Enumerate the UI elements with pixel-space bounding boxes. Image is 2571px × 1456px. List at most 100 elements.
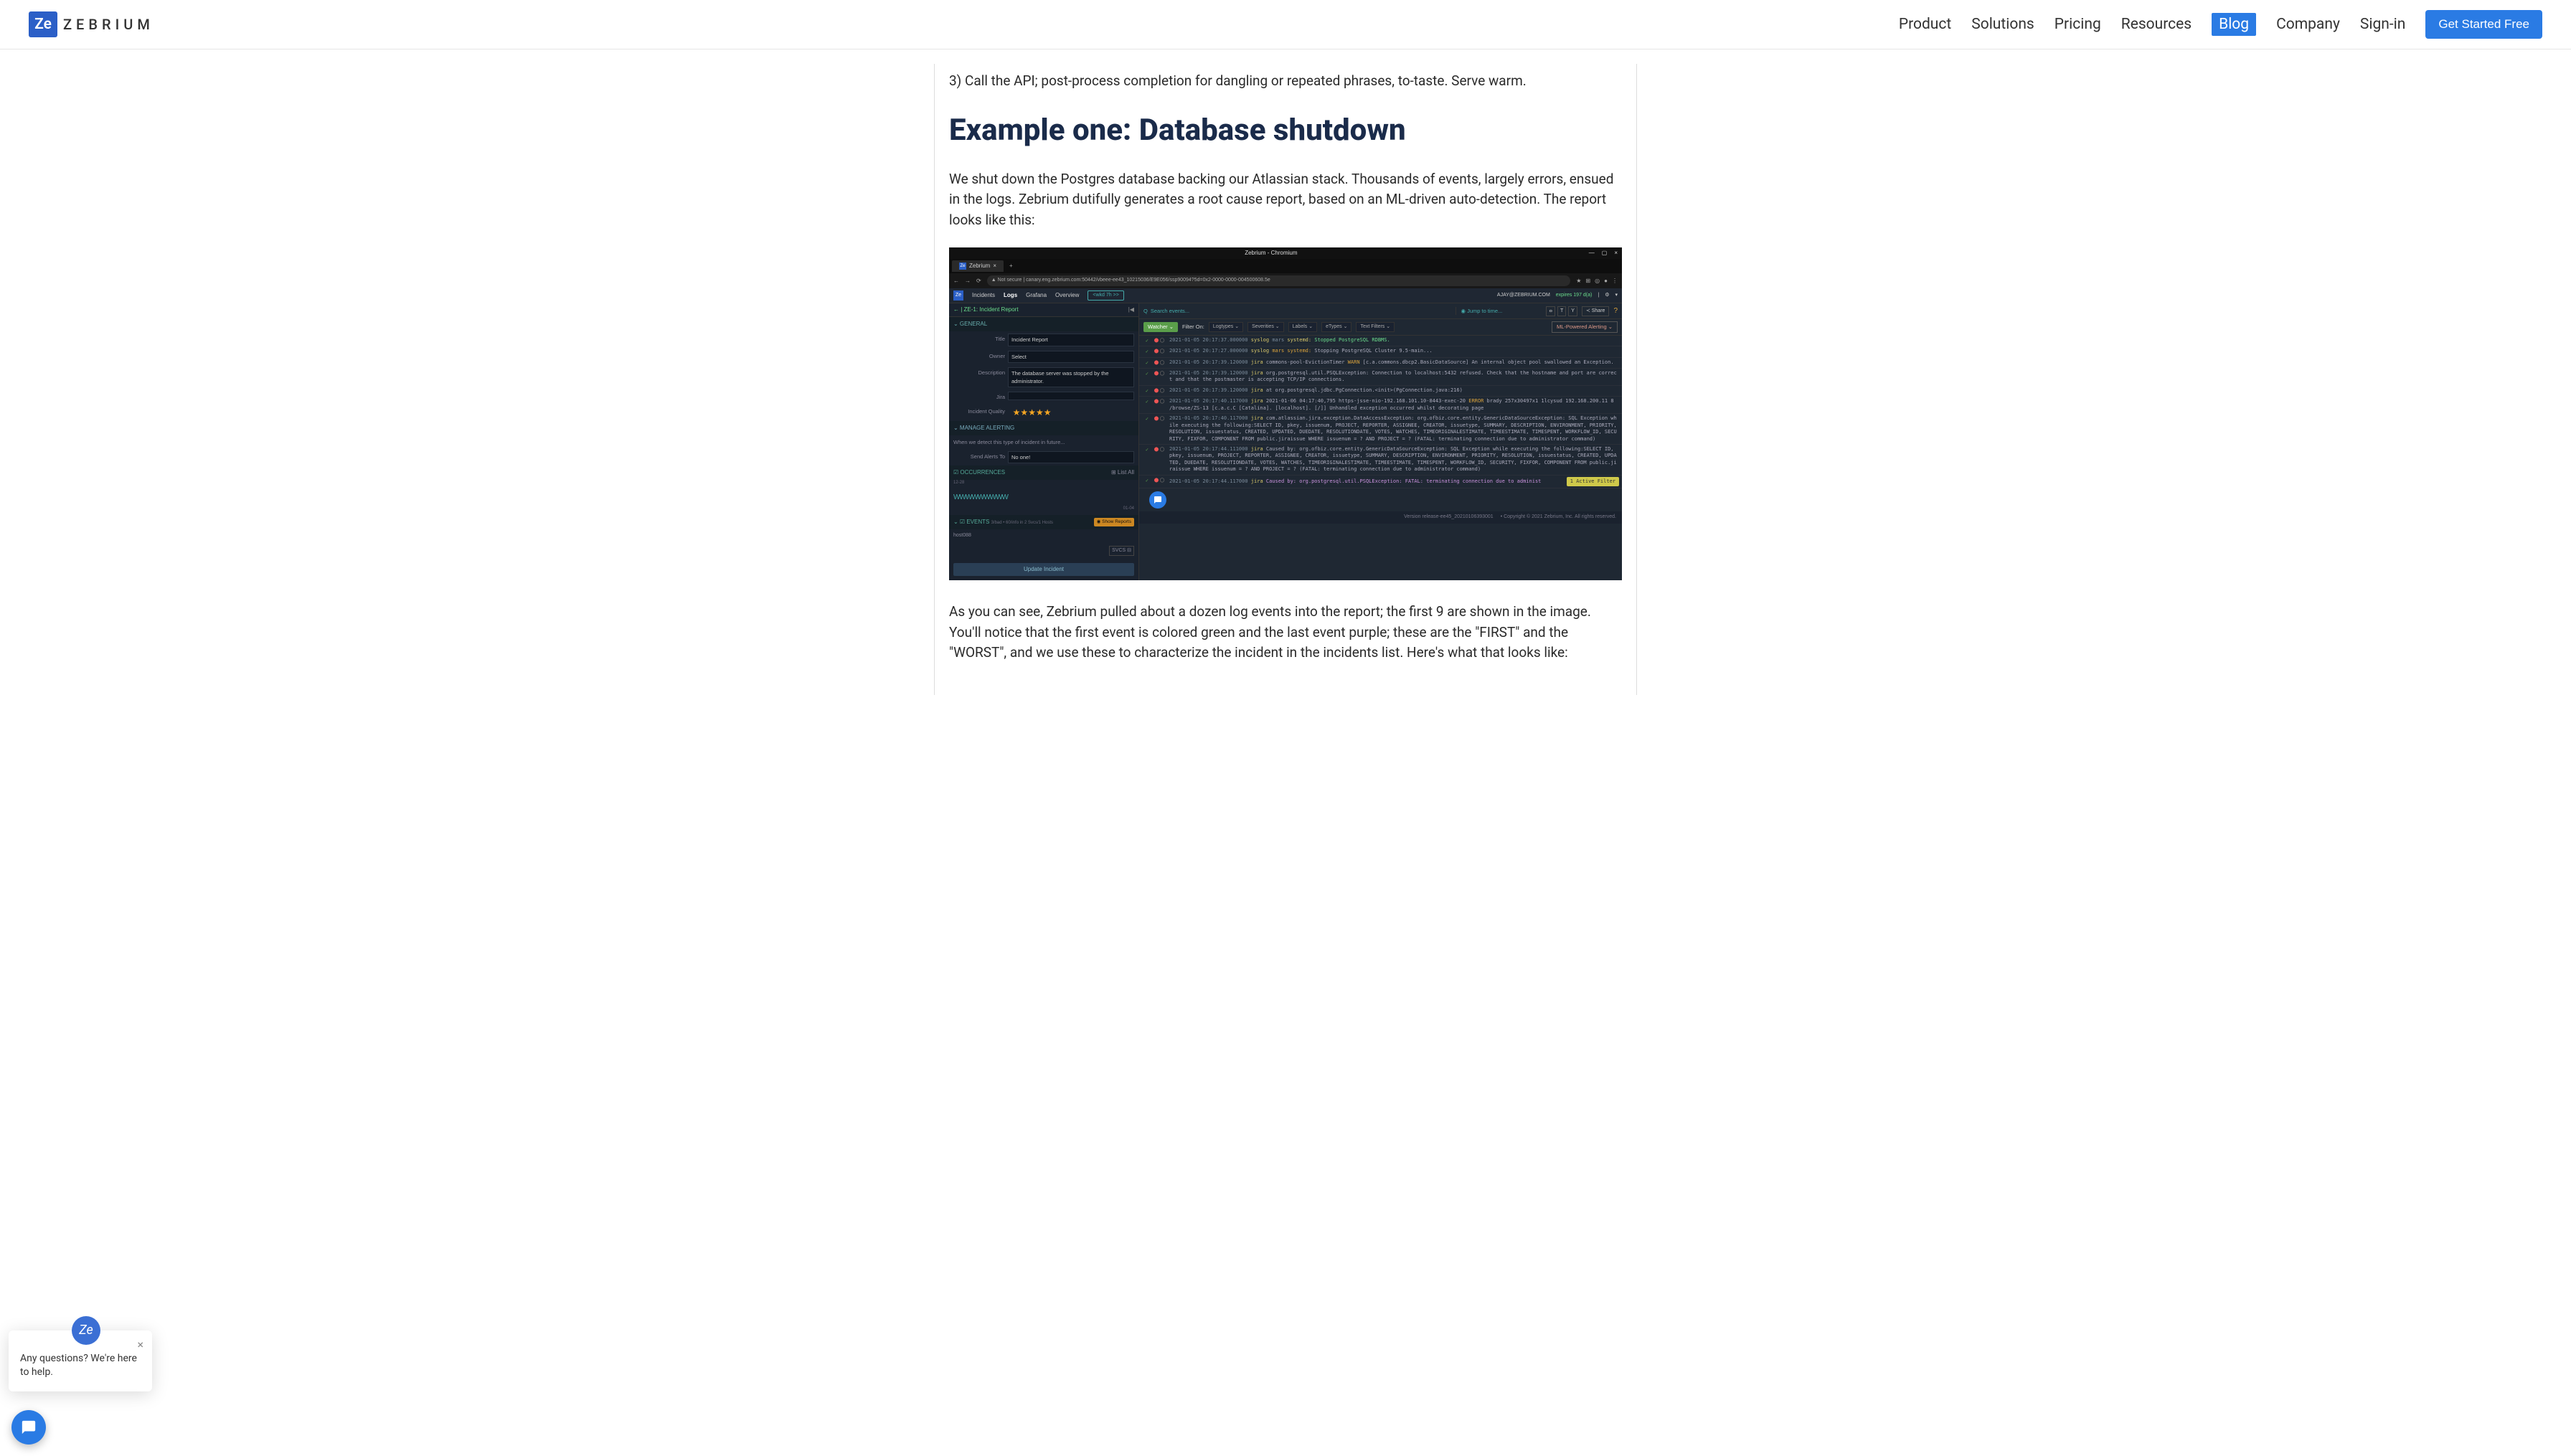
tool-y-icon: Y xyxy=(1568,306,1577,317)
check-icon: ✓ xyxy=(1142,398,1152,412)
avatar-icon: ● xyxy=(1604,277,1608,285)
nav-blog[interactable]: Blog xyxy=(2212,13,2256,36)
log-line: ✓ ●◯ 2021-01-05 20:17:39.120000 jira at … xyxy=(1139,386,1622,397)
filter-labels: Labels ⌄ xyxy=(1288,322,1317,333)
browser-tab: Ze Zebrium × xyxy=(952,260,1004,272)
check-icon: ✓ xyxy=(1142,415,1152,443)
nav-solutions[interactable]: Solutions xyxy=(1971,16,2034,33)
ml-alerting-chip: ML-Powered Alerting ⌄ xyxy=(1552,321,1618,332)
chrome-titlebar: Zebrium - Chromium — ▢ × xyxy=(949,247,1622,259)
app-tab-incidents: Incidents xyxy=(972,291,995,300)
owner-field: Select xyxy=(1008,351,1134,363)
window-min-icon: — xyxy=(1589,249,1595,257)
check-icon: ✓ xyxy=(1142,337,1152,345)
list-all: ⊞ List All xyxy=(1111,468,1134,477)
embedded-app-screenshot: Zebrium - Chromium — ▢ × Ze Zebrium × + … xyxy=(949,247,1622,580)
chat-message-text: Any questions? We're here to help. xyxy=(20,1352,141,1380)
app-tab-logs: Logs xyxy=(1004,291,1017,300)
spark-start: 12-28 xyxy=(953,480,964,486)
marker-icon: ◯ xyxy=(1160,398,1164,405)
collapse-icon: |◀ xyxy=(1128,306,1134,314)
marker-icon: ◯ xyxy=(1160,337,1164,344)
marker-icon: ◯ xyxy=(1160,359,1164,367)
nav-resources[interactable]: Resources xyxy=(2121,16,2192,33)
host-label: host088 xyxy=(949,529,1138,543)
description-field: The database server was stopped by the a… xyxy=(1008,367,1134,388)
help-icon: ? xyxy=(1613,306,1618,316)
title-field: Incident Report xyxy=(1008,334,1134,346)
check-icon: ✓ xyxy=(1142,370,1152,384)
check-icon: ✓ xyxy=(1142,477,1152,486)
user-email: AJAY@ZEBRIUM.COM xyxy=(1497,292,1550,300)
tab-close-icon: × xyxy=(993,262,996,270)
incident-id-header: ← | ZE-1: Incident Report xyxy=(953,306,1019,314)
app-body: ← | ZE-1: Incident Report |◀ ⌄ GENERAL T… xyxy=(949,303,1622,580)
browser-tabstrip: Ze Zebrium × + xyxy=(949,259,1622,273)
reload-icon: ⟳ xyxy=(976,277,981,285)
tab-label: Zebrium xyxy=(969,262,990,270)
paragraph-intro: We shut down the Postgres database backi… xyxy=(949,169,1622,231)
jira-field xyxy=(1008,392,1134,400)
rating-stars: ★★★★★ xyxy=(1008,406,1051,419)
embedded-chat-icon xyxy=(1149,491,1166,509)
nav-company[interactable]: Company xyxy=(2276,16,2340,33)
check-icon: ✓ xyxy=(1142,387,1152,395)
search-input: Search events... xyxy=(1151,307,1189,315)
marker-icon: ◯ xyxy=(1160,446,1164,453)
sendto-field: No one! xyxy=(1008,451,1134,463)
browser-url-row: ← → ⟳ ▲ Not secure | canary.eng.zebrium.… xyxy=(949,273,1622,288)
copyright-text: • Copyright © 2021 Zebrium, Inc. All rig… xyxy=(1501,514,1616,521)
marker-icon: ◯ xyxy=(1160,477,1164,484)
spark-end: 01-04 xyxy=(1123,506,1134,512)
marker-icon: ◯ xyxy=(1160,348,1164,355)
section-occurrences: ☑ OCCURRENCES ⊞ List All xyxy=(949,465,1138,480)
watcher-chip: Watcher ⌄ xyxy=(1143,322,1178,331)
ext-icon-2: ◎ xyxy=(1595,277,1600,285)
severity-dot-icon: ● xyxy=(1154,348,1159,355)
search-icon: Q xyxy=(1143,307,1148,315)
divider: | xyxy=(1598,292,1599,300)
nav-signin[interactable]: Sign-in xyxy=(2360,16,2405,33)
not-secure-label: ▲ Not secure xyxy=(991,278,1022,283)
sparkline: WWWWWWWWW xyxy=(949,489,1138,506)
severity-dot-icon: ● xyxy=(1154,477,1159,484)
share-button: ≺ Share xyxy=(1582,306,1610,317)
show-reports-button: ◉ Show Reports xyxy=(1094,518,1134,526)
content-wrapper: 3) Call the API; post-process completion… xyxy=(905,49,1666,738)
logo[interactable]: Ze ZEBRIUM xyxy=(29,11,154,37)
tool-t-icon: T xyxy=(1557,306,1566,317)
jira-label: Jira xyxy=(953,392,1005,401)
license-expiry: expires 197 d(a) xyxy=(1556,292,1593,300)
section-general: ⌄ GENERAL xyxy=(949,317,1138,331)
log-line: ✓ ●◯ 2021-01-05 20:17:40.117000 jira com… xyxy=(1139,414,1622,445)
nav-product[interactable]: Product xyxy=(1899,16,1951,33)
update-incident-button: Update Incident xyxy=(953,563,1134,576)
check-icon: ✓ xyxy=(1142,348,1152,356)
window-close-icon: × xyxy=(1614,249,1618,257)
version-text: Version release-ee45_20210106393001 xyxy=(1404,514,1494,521)
timerange-selector: <wkd 7h >> xyxy=(1088,290,1123,301)
star-icon: ★ xyxy=(1576,277,1581,285)
window-max-icon: ▢ xyxy=(1602,249,1608,257)
owner-label: Owner xyxy=(953,351,1005,360)
description-label: Description xyxy=(953,367,1005,377)
app-tab-overview: Overview xyxy=(1055,291,1079,300)
chat-launcher-button[interactable] xyxy=(11,1410,46,1445)
quality-label: Incident Quality xyxy=(953,406,1005,415)
chevron-down-icon: ▾ xyxy=(1615,292,1618,300)
title-label: Title xyxy=(953,334,1005,343)
filter-etypes: eTypes ⌄ xyxy=(1321,322,1351,333)
chat-close-icon[interactable]: × xyxy=(137,1338,143,1351)
app-tab-grafana: Grafana xyxy=(1026,291,1047,300)
main-nav: Product Solutions Pricing Resources Blog… xyxy=(1899,10,2542,39)
future-text: When we detect this type of incident in … xyxy=(949,435,1138,449)
get-started-button[interactable]: Get Started Free xyxy=(2425,10,2542,39)
check-icon: ✓ xyxy=(1142,359,1152,367)
chat-widget-popup: Ze × Any questions? We're here to help. xyxy=(9,1330,152,1391)
filter-logtypes: Logtypes ⌄ xyxy=(1209,322,1243,333)
log-lines-container: ✓ ●◯ 2021-01-05 20:17:37.000000 syslog m… xyxy=(1139,336,1622,489)
severity-dot-icon: ● xyxy=(1154,337,1159,344)
nav-pricing[interactable]: Pricing xyxy=(2055,16,2101,33)
svcs-label: SVCS ⊟ xyxy=(1109,546,1134,557)
app-toolbar: Ze Incidents Logs Grafana Overview <wkd … xyxy=(949,288,1622,304)
